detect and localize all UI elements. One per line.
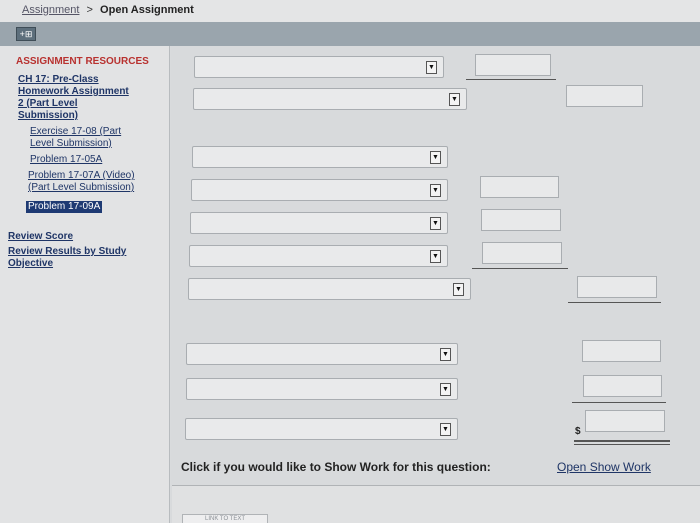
account-dropdown-6[interactable]: ▼ [189, 245, 448, 267]
breadcrumb-separator: > [86, 4, 93, 16]
amount-input-8[interactable] [583, 375, 662, 397]
amount-input-6[interactable] [577, 276, 657, 298]
sidebar-item-label: (Part Level Submission) [28, 182, 135, 193]
expand-panel-icon[interactable]: +⊞ [16, 27, 36, 41]
review-results-link[interactable]: Review Results by Study Objective [8, 246, 126, 270]
assignment-line-1: CH 17: Pre-Class [18, 74, 99, 85]
review-results-line-1: Review Results by Study [8, 246, 127, 257]
amount-input-1[interactable] [475, 54, 551, 76]
bottom-panel: LINK TO TEXT [172, 485, 700, 523]
account-dropdown-1[interactable]: ▼ [194, 56, 444, 78]
assignment-line-2: Homework Assignment [18, 86, 129, 97]
assignment-line-4: Submission) [18, 110, 79, 121]
account-dropdown-2[interactable]: ▼ [193, 88, 467, 110]
sidebar-heading: ASSIGNMENT RESOURCES [16, 56, 149, 67]
currency-symbol: $ [575, 426, 581, 437]
chevron-down-icon: ▼ [440, 348, 451, 361]
amount-input-2[interactable] [566, 85, 643, 107]
assignment-line-3: 2 (Part Level [18, 98, 78, 109]
review-score-link[interactable]: Review Score [8, 231, 73, 243]
account-dropdown-3[interactable]: ▼ [192, 146, 448, 168]
total-underline [466, 79, 556, 80]
chevron-down-icon: ▼ [453, 283, 464, 296]
account-dropdown-10[interactable]: ▼ [185, 418, 458, 440]
sidebar: ASSIGNMENT RESOURCES CH 17: Pre-Class Ho… [0, 46, 170, 523]
account-dropdown-4[interactable]: ▼ [191, 179, 448, 201]
sidebar-item-problem-17-05a[interactable]: Problem 17-05A [30, 154, 102, 166]
account-dropdown-8[interactable]: ▼ [186, 343, 458, 365]
sidebar-item-problem-17-07a[interactable]: Problem 17-07A (Video) (Part Level Submi… [28, 170, 135, 194]
show-work-prompt: Click if you would like to Show Work for… [181, 460, 491, 474]
account-dropdown-5[interactable]: ▼ [190, 212, 448, 234]
double-underline [574, 440, 670, 442]
account-dropdown-9[interactable]: ▼ [186, 378, 458, 400]
sidebar-item-label: Level Submission) [30, 138, 112, 149]
breadcrumb-current: Open Assignment [100, 4, 194, 16]
account-dropdown-7[interactable]: ▼ [188, 278, 471, 300]
sidebar-item-exercise-17-08[interactable]: Exercise 17-08 (Part Level Submission) [30, 126, 121, 150]
subtotal-underline [472, 268, 568, 269]
chevron-down-icon: ▼ [430, 217, 441, 230]
link-to-text-tab[interactable]: LINK TO TEXT [182, 514, 268, 523]
chevron-down-icon: ▼ [430, 250, 441, 263]
subtotal-underline-3 [572, 402, 666, 403]
sidebar-item-label: Exercise 17-08 (Part [30, 126, 122, 137]
chevron-down-icon: ▼ [426, 61, 437, 74]
breadcrumb-assignment-link[interactable]: Assignment [22, 4, 79, 16]
amount-input-3[interactable] [480, 176, 559, 198]
double-underline-2 [574, 444, 670, 445]
open-show-work-link[interactable]: Open Show Work [557, 460, 651, 474]
chevron-down-icon: ▼ [430, 184, 441, 197]
chevron-down-icon: ▼ [449, 93, 460, 106]
sidebar-assignment-link[interactable]: CH 17: Pre-Class Homework Assignment 2 (… [18, 74, 129, 122]
amount-input-5[interactable] [482, 242, 562, 264]
chevron-down-icon: ▼ [440, 383, 451, 396]
subtotal-underline-2 [568, 302, 661, 303]
breadcrumb: Assignment > Open Assignment [0, 0, 700, 22]
chevron-down-icon: ▼ [440, 423, 451, 436]
amount-input-7[interactable] [582, 340, 661, 362]
review-results-line-2: Objective [8, 258, 54, 269]
chevron-down-icon: ▼ [430, 151, 441, 164]
sidebar-item-problem-17-09a[interactable]: Problem 17-09A [26, 201, 103, 213]
toolbar: +⊞ [0, 22, 700, 46]
sidebar-item-label: Problem 17-07A (Video) [28, 170, 135, 181]
amount-input-total[interactable] [585, 410, 665, 432]
amount-input-4[interactable] [481, 209, 561, 231]
sidebar-item-label: Problem 17-05A [30, 154, 103, 165]
